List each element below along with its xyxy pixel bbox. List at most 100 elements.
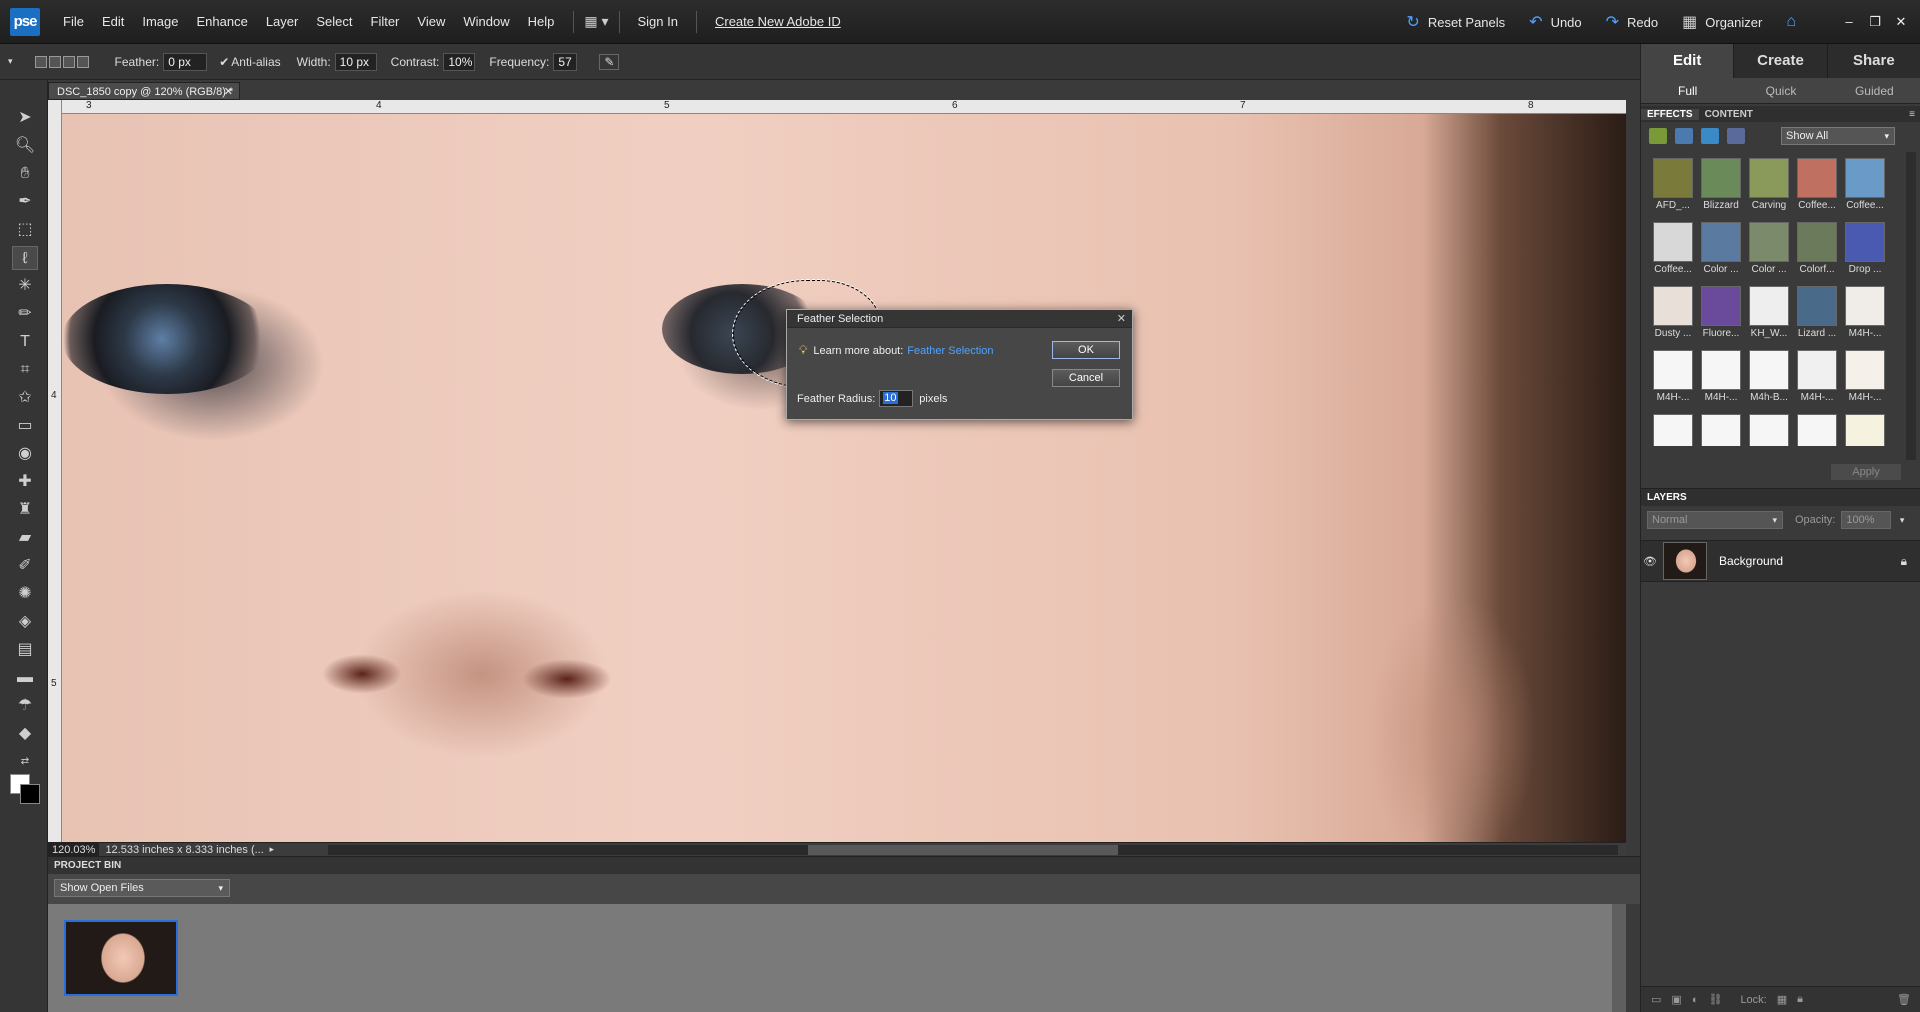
contrast-input[interactable]: 10% bbox=[443, 52, 476, 71]
menu-enhance[interactable]: Enhance bbox=[188, 0, 257, 44]
magic-wand-tool-icon[interactable]: ✳ bbox=[12, 274, 38, 298]
menu-file[interactable]: File bbox=[54, 0, 93, 44]
healing-brush-tool-icon[interactable]: ✚ bbox=[12, 470, 38, 494]
crop-tool-icon[interactable]: ⌗ bbox=[12, 358, 38, 382]
effect-item[interactable]: Coffee... bbox=[1649, 220, 1697, 284]
ok-button[interactable]: OK bbox=[1052, 341, 1120, 359]
effect-item[interactable]: M4h-B... bbox=[1745, 348, 1793, 412]
filters-icon[interactable] bbox=[1649, 128, 1667, 144]
maximize-icon[interactable]: ❐ bbox=[1862, 14, 1888, 30]
delete-layer-icon[interactable]: 🗑︎ bbox=[1897, 993, 1911, 1006]
effect-item[interactable]: Carving bbox=[1745, 156, 1793, 220]
tool-preset-icon[interactable]: ▾ bbox=[8, 56, 13, 67]
status-menu-icon[interactable]: ▸ bbox=[269, 844, 274, 855]
arrange-icon[interactable]: ▦ ▾ bbox=[584, 13, 608, 30]
smart-brush-tool-icon[interactable]: ✺ bbox=[12, 582, 38, 606]
tab-create[interactable]: Create bbox=[1734, 44, 1828, 78]
effect-item[interactable]: M4H-... bbox=[1793, 412, 1841, 446]
effect-item[interactable]: Blizzard bbox=[1697, 156, 1745, 220]
sponge-tool-icon[interactable]: ◆ bbox=[12, 722, 38, 746]
effect-item[interactable]: M4H-... bbox=[1745, 412, 1793, 446]
bin-vertical-scrollbar[interactable] bbox=[1612, 904, 1626, 1012]
zoom-tool-icon[interactable]: 🔍︎ bbox=[12, 134, 38, 158]
menu-image[interactable]: Image bbox=[133, 0, 187, 44]
tab-effects[interactable]: EFFECTS bbox=[1641, 108, 1699, 120]
type-tool-icon[interactable]: T bbox=[12, 330, 38, 354]
sign-in-link[interactable]: Sign In bbox=[630, 14, 686, 29]
horizontal-scrollbar[interactable] bbox=[328, 845, 1618, 855]
link-layers-icon[interactable]: ⛓ bbox=[1708, 993, 1722, 1006]
menu-window[interactable]: Window bbox=[454, 0, 518, 44]
adjustment-layer-icon[interactable]: ◐ bbox=[1692, 994, 1699, 1006]
layer-row-background[interactable]: 👁︎ Background 🔒︎ bbox=[1641, 540, 1920, 582]
selection-brush-tool-icon[interactable]: ✏ bbox=[12, 302, 38, 326]
layer-styles-icon[interactable] bbox=[1675, 128, 1693, 144]
all-effects-icon[interactable] bbox=[1727, 128, 1745, 144]
open-file-thumbnail[interactable] bbox=[64, 920, 178, 996]
tab-share[interactable]: Share bbox=[1828, 44, 1920, 78]
lock-all-icon[interactable]: 🔒︎ bbox=[1797, 993, 1803, 1006]
anti-alias-checkbox[interactable]: ✔ bbox=[219, 55, 229, 69]
effect-item[interactable]: Color ... bbox=[1745, 220, 1793, 284]
effect-item[interactable]: M4H-... bbox=[1841, 348, 1889, 412]
menu-filter[interactable]: Filter bbox=[362, 0, 409, 44]
tab-content[interactable]: CONTENT bbox=[1699, 109, 1759, 120]
effect-item[interactable]: M4H-... bbox=[1649, 348, 1697, 412]
undo-button[interactable]: ↶ Undo bbox=[1517, 12, 1593, 32]
effect-item[interactable]: AFD_... bbox=[1649, 156, 1697, 220]
shape-tool-icon[interactable]: ▬ bbox=[12, 666, 38, 690]
effect-item[interactable]: M4H-... bbox=[1697, 412, 1745, 446]
lasso-tool-icon[interactable]: ℓ bbox=[12, 246, 38, 270]
menu-edit[interactable]: Edit bbox=[93, 0, 133, 44]
apply-button[interactable]: Apply bbox=[1831, 464, 1901, 480]
menu-view[interactable]: View bbox=[408, 0, 454, 44]
eyedropper-tool-icon[interactable]: ✒ bbox=[12, 190, 38, 214]
cancel-button[interactable]: Cancel bbox=[1052, 369, 1120, 387]
panel-menu-icon[interactable]: ≡ bbox=[1903, 109, 1920, 120]
red-eye-tool-icon[interactable]: ◉ bbox=[12, 442, 38, 466]
menu-help[interactable]: Help bbox=[519, 0, 564, 44]
cookie-cutter-tool-icon[interactable]: ✩ bbox=[12, 386, 38, 410]
zoom-level[interactable]: 120.03% bbox=[48, 842, 100, 857]
effect-item[interactable]: Dusty ... bbox=[1649, 284, 1697, 348]
lock-transparency-icon[interactable]: ▦ bbox=[1777, 993, 1787, 1006]
eraser-tool-icon[interactable]: ▰ bbox=[12, 526, 38, 550]
opacity-input[interactable]: 100% ▾ bbox=[1841, 511, 1904, 529]
tab-quick[interactable]: Quick bbox=[1734, 78, 1827, 103]
eye-icon[interactable]: 👁︎ bbox=[1641, 555, 1659, 568]
effect-item[interactable]: Coffee... bbox=[1841, 156, 1889, 220]
clone-stamp-tool-icon[interactable]: ♜ bbox=[12, 498, 38, 522]
straighten-tool-icon[interactable]: ▭ bbox=[12, 414, 38, 438]
organizer-button[interactable]: ▦ Organizer bbox=[1670, 12, 1774, 32]
paint-bucket-tool-icon[interactable]: ◈ bbox=[12, 610, 38, 634]
blend-mode-select[interactable]: Normal ▾ bbox=[1647, 511, 1783, 529]
effect-item[interactable]: KH_W... bbox=[1745, 284, 1793, 348]
home-button[interactable]: ⌂ bbox=[1774, 13, 1816, 31]
tab-edit[interactable]: Edit bbox=[1641, 44, 1735, 78]
gradient-tool-icon[interactable]: ▤ bbox=[12, 638, 38, 662]
close-tab-icon[interactable]: ✕ bbox=[224, 83, 233, 101]
pen-pressure-icon[interactable]: ✎ bbox=[599, 53, 620, 70]
redo-button[interactable]: ↷ Redo bbox=[1594, 12, 1670, 32]
effect-item[interactable]: Fluore... bbox=[1697, 284, 1745, 348]
new-layer-icon[interactable]: ▭ bbox=[1651, 993, 1661, 1006]
bin-files-select[interactable]: Show Open Files ▾ bbox=[54, 879, 230, 897]
reset-panels-button[interactable]: ↻ Reset Panels bbox=[1394, 12, 1517, 32]
effect-item[interactable]: M4H-... bbox=[1793, 348, 1841, 412]
feather-radius-input[interactable]: 10 bbox=[879, 390, 914, 407]
new-group-icon[interactable]: ▣ bbox=[1671, 993, 1681, 1006]
new-selection-icon[interactable] bbox=[34, 55, 47, 68]
create-adobe-id-link[interactable]: Create New Adobe ID bbox=[707, 14, 849, 29]
scrollbar-thumb[interactable] bbox=[808, 845, 1118, 855]
blur-tool-icon[interactable]: ☂ bbox=[12, 694, 38, 718]
width-input[interactable]: 10 px bbox=[334, 52, 377, 71]
effect-item[interactable]: M4H-... bbox=[1697, 348, 1745, 412]
subtract-selection-icon[interactable] bbox=[62, 55, 75, 68]
move-tool-icon[interactable]: ➤ bbox=[12, 106, 38, 130]
background-color-swatch[interactable] bbox=[20, 784, 40, 804]
effect-item[interactable]: M4H-... bbox=[1649, 412, 1697, 446]
intersect-selection-icon[interactable] bbox=[76, 55, 89, 68]
add-selection-icon[interactable] bbox=[48, 55, 61, 68]
effects-scrollbar[interactable] bbox=[1906, 152, 1916, 460]
menu-select[interactable]: Select bbox=[307, 0, 361, 44]
